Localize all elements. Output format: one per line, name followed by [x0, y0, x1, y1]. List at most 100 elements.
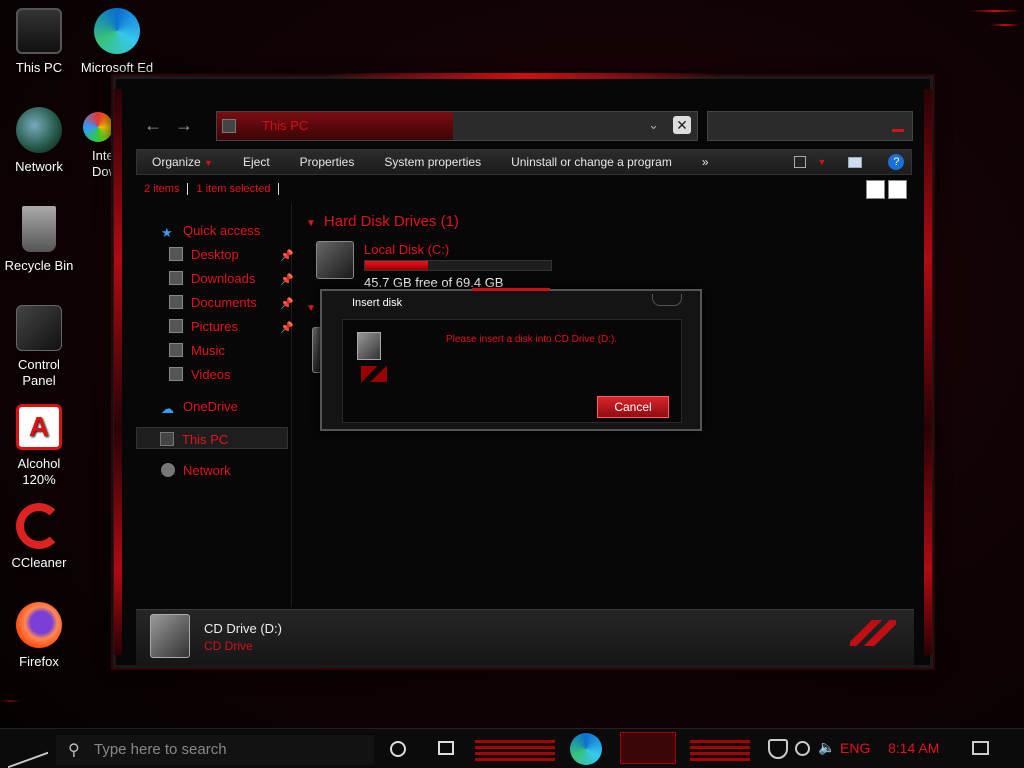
network-globe-icon	[16, 107, 62, 153]
search-placeholder: Type here to search	[94, 741, 227, 758]
pin-icon[interactable]: 📌	[280, 297, 294, 310]
pc-icon	[160, 432, 174, 446]
dropdown-arrow-icon: ▼	[204, 158, 213, 168]
taskbar-search-box[interactable]: ⚲ Type here to search	[56, 735, 374, 765]
pin-icon[interactable]: 📌	[280, 321, 294, 334]
pc-small-icon	[222, 119, 236, 133]
nav-item-downloads[interactable]: Downloads	[169, 271, 255, 286]
dialog-title: Insert disk	[352, 297, 403, 309]
more-commands-button[interactable]: »	[687, 155, 724, 169]
folder-icon	[169, 271, 183, 285]
local-disk-icon[interactable]	[316, 241, 354, 279]
search-icon: ⚲	[68, 742, 80, 759]
network-icon	[161, 463, 175, 477]
forward-arrow-icon[interactable]: →	[175, 115, 193, 136]
search-accent	[892, 129, 904, 132]
help-icon[interactable]: ?	[888, 154, 905, 170]
address-bar-highlight	[217, 112, 453, 140]
preview-pane-icon[interactable]	[848, 156, 863, 168]
nav-label: Downloads	[191, 271, 256, 286]
desktop-icon-label: This PC	[15, 60, 63, 75]
this-pc-icon	[16, 8, 62, 54]
language-indicator[interactable]: ENG	[840, 740, 870, 756]
nav-label: Quick access	[183, 223, 261, 238]
desktop-icon-label: Inte Dow	[92, 148, 118, 179]
cancel-button[interactable]: Cancel	[597, 396, 669, 418]
nav-item-music[interactable]: Music	[169, 343, 225, 358]
window-left-rail	[114, 89, 122, 655]
local-disk-name[interactable]: Local Disk (C:)	[364, 242, 449, 257]
taskbar-decoration-right	[690, 737, 750, 761]
dialog-message: Please insert a disk into CD Drive (D:).	[446, 334, 618, 345]
nav-item-videos[interactable]: Videos	[169, 367, 231, 382]
desktop-icon-label: Recycle Bin	[4, 258, 74, 273]
internet-download-icon	[83, 112, 113, 142]
edge-icon	[94, 8, 140, 54]
section-hard-disk-drives[interactable]: ▼ Hard Disk Drives (1)	[306, 213, 459, 230]
rog-small-logo	[361, 366, 387, 382]
nav-item-desktop[interactable]: Desktop	[169, 247, 239, 262]
nav-label: Videos	[191, 367, 231, 382]
globe-icon[interactable]	[795, 741, 810, 756]
desktop-icon-label: Control Panel	[18, 357, 60, 388]
alcohol-icon: A	[16, 404, 62, 450]
nav-item-onedrive[interactable]: ☁ OneDrive	[161, 399, 238, 416]
desktop-icon-control-panel[interactable]: Control Panel	[0, 305, 78, 389]
desktop-icon-label: Microsoft Ed	[80, 60, 154, 75]
edge-taskbar-icon[interactable]	[570, 733, 602, 765]
desktop-icon-alcohol[interactable]: A Alcohol 120%	[0, 404, 78, 488]
folder-icon	[169, 319, 183, 333]
collapse-arrow-icon[interactable]: ▼	[306, 303, 316, 314]
cloud-icon: ☁	[161, 401, 174, 416]
details-view-icon[interactable]	[866, 180, 885, 199]
desktop-icon-network[interactable]: Network	[0, 107, 78, 175]
folder-icon	[169, 295, 183, 309]
nav-quick-access[interactable]: ★ Quick access	[161, 223, 261, 240]
dialog-close-icon[interactable]	[652, 294, 682, 306]
desktop-icon-firefox[interactable]: Firefox	[0, 602, 78, 670]
desktop-icon-ccleaner[interactable]: CCleaner	[0, 503, 78, 571]
desktop-icon-this-pc[interactable]: This PC	[0, 8, 78, 76]
status-bar: 2 items 1 item selected	[136, 179, 280, 199]
desktop-icon-label: CCleaner	[11, 555, 67, 570]
back-arrow-icon[interactable]: ←	[144, 115, 162, 136]
folder-icon	[169, 247, 183, 261]
organize-label: Organize	[152, 155, 201, 169]
task-view-icon[interactable]	[438, 741, 454, 755]
nav-item-network[interactable]: Network	[161, 463, 231, 478]
explorer-taskbar-icon[interactable]	[620, 732, 676, 764]
cortana-icon[interactable]	[390, 741, 406, 757]
search-box[interactable]	[707, 111, 913, 141]
dropdown-arrow-icon[interactable]: ▼	[818, 157, 827, 167]
large-icons-view-icon[interactable]	[888, 180, 907, 199]
section-label: Hard Disk Drives (1)	[323, 213, 459, 230]
clock[interactable]: 8:14 AM	[888, 740, 939, 756]
nav-item-pictures[interactable]: Pictures	[169, 319, 238, 334]
address-bar[interactable]: This PC ⌄ ✕	[216, 111, 698, 141]
close-icon[interactable]: ✕	[673, 116, 691, 134]
system-properties-button[interactable]: System properties	[369, 155, 496, 169]
nav-item-this-pc[interactable]: This PC	[136, 427, 288, 449]
pin-icon[interactable]: 📌	[280, 249, 294, 262]
collapse-arrow-icon: ▼	[306, 218, 316, 229]
view-options-icon[interactable]	[793, 156, 806, 168]
cd-drive-large-icon	[150, 614, 190, 658]
uninstall-program-button[interactable]: Uninstall or change a program	[496, 155, 687, 169]
nav-label: This PC	[182, 432, 229, 447]
eject-button[interactable]: Eject	[228, 155, 285, 169]
start-button[interactable]	[8, 729, 48, 768]
properties-button[interactable]: Properties	[285, 155, 370, 169]
desktop-icon-internet-download[interactable]: Inte Dow	[78, 112, 118, 192]
nav-item-documents[interactable]: Documents	[169, 295, 257, 310]
notifications-icon[interactable]	[972, 741, 989, 755]
desktop-icon-recycle-bin[interactable]: Recycle Bin	[0, 206, 78, 274]
address-text: This PC	[262, 118, 309, 133]
organize-button[interactable]: Organize ▼	[137, 155, 228, 169]
nav-label: Documents	[191, 295, 257, 310]
pin-icon[interactable]: 📌	[280, 273, 294, 286]
shield-icon[interactable]	[768, 739, 788, 759]
chevron-down-icon[interactable]: ⌄	[648, 117, 659, 133]
volume-muted-icon[interactable]: 🔈	[818, 739, 835, 756]
folder-icon	[169, 367, 183, 381]
nav-label: Network	[183, 463, 231, 478]
